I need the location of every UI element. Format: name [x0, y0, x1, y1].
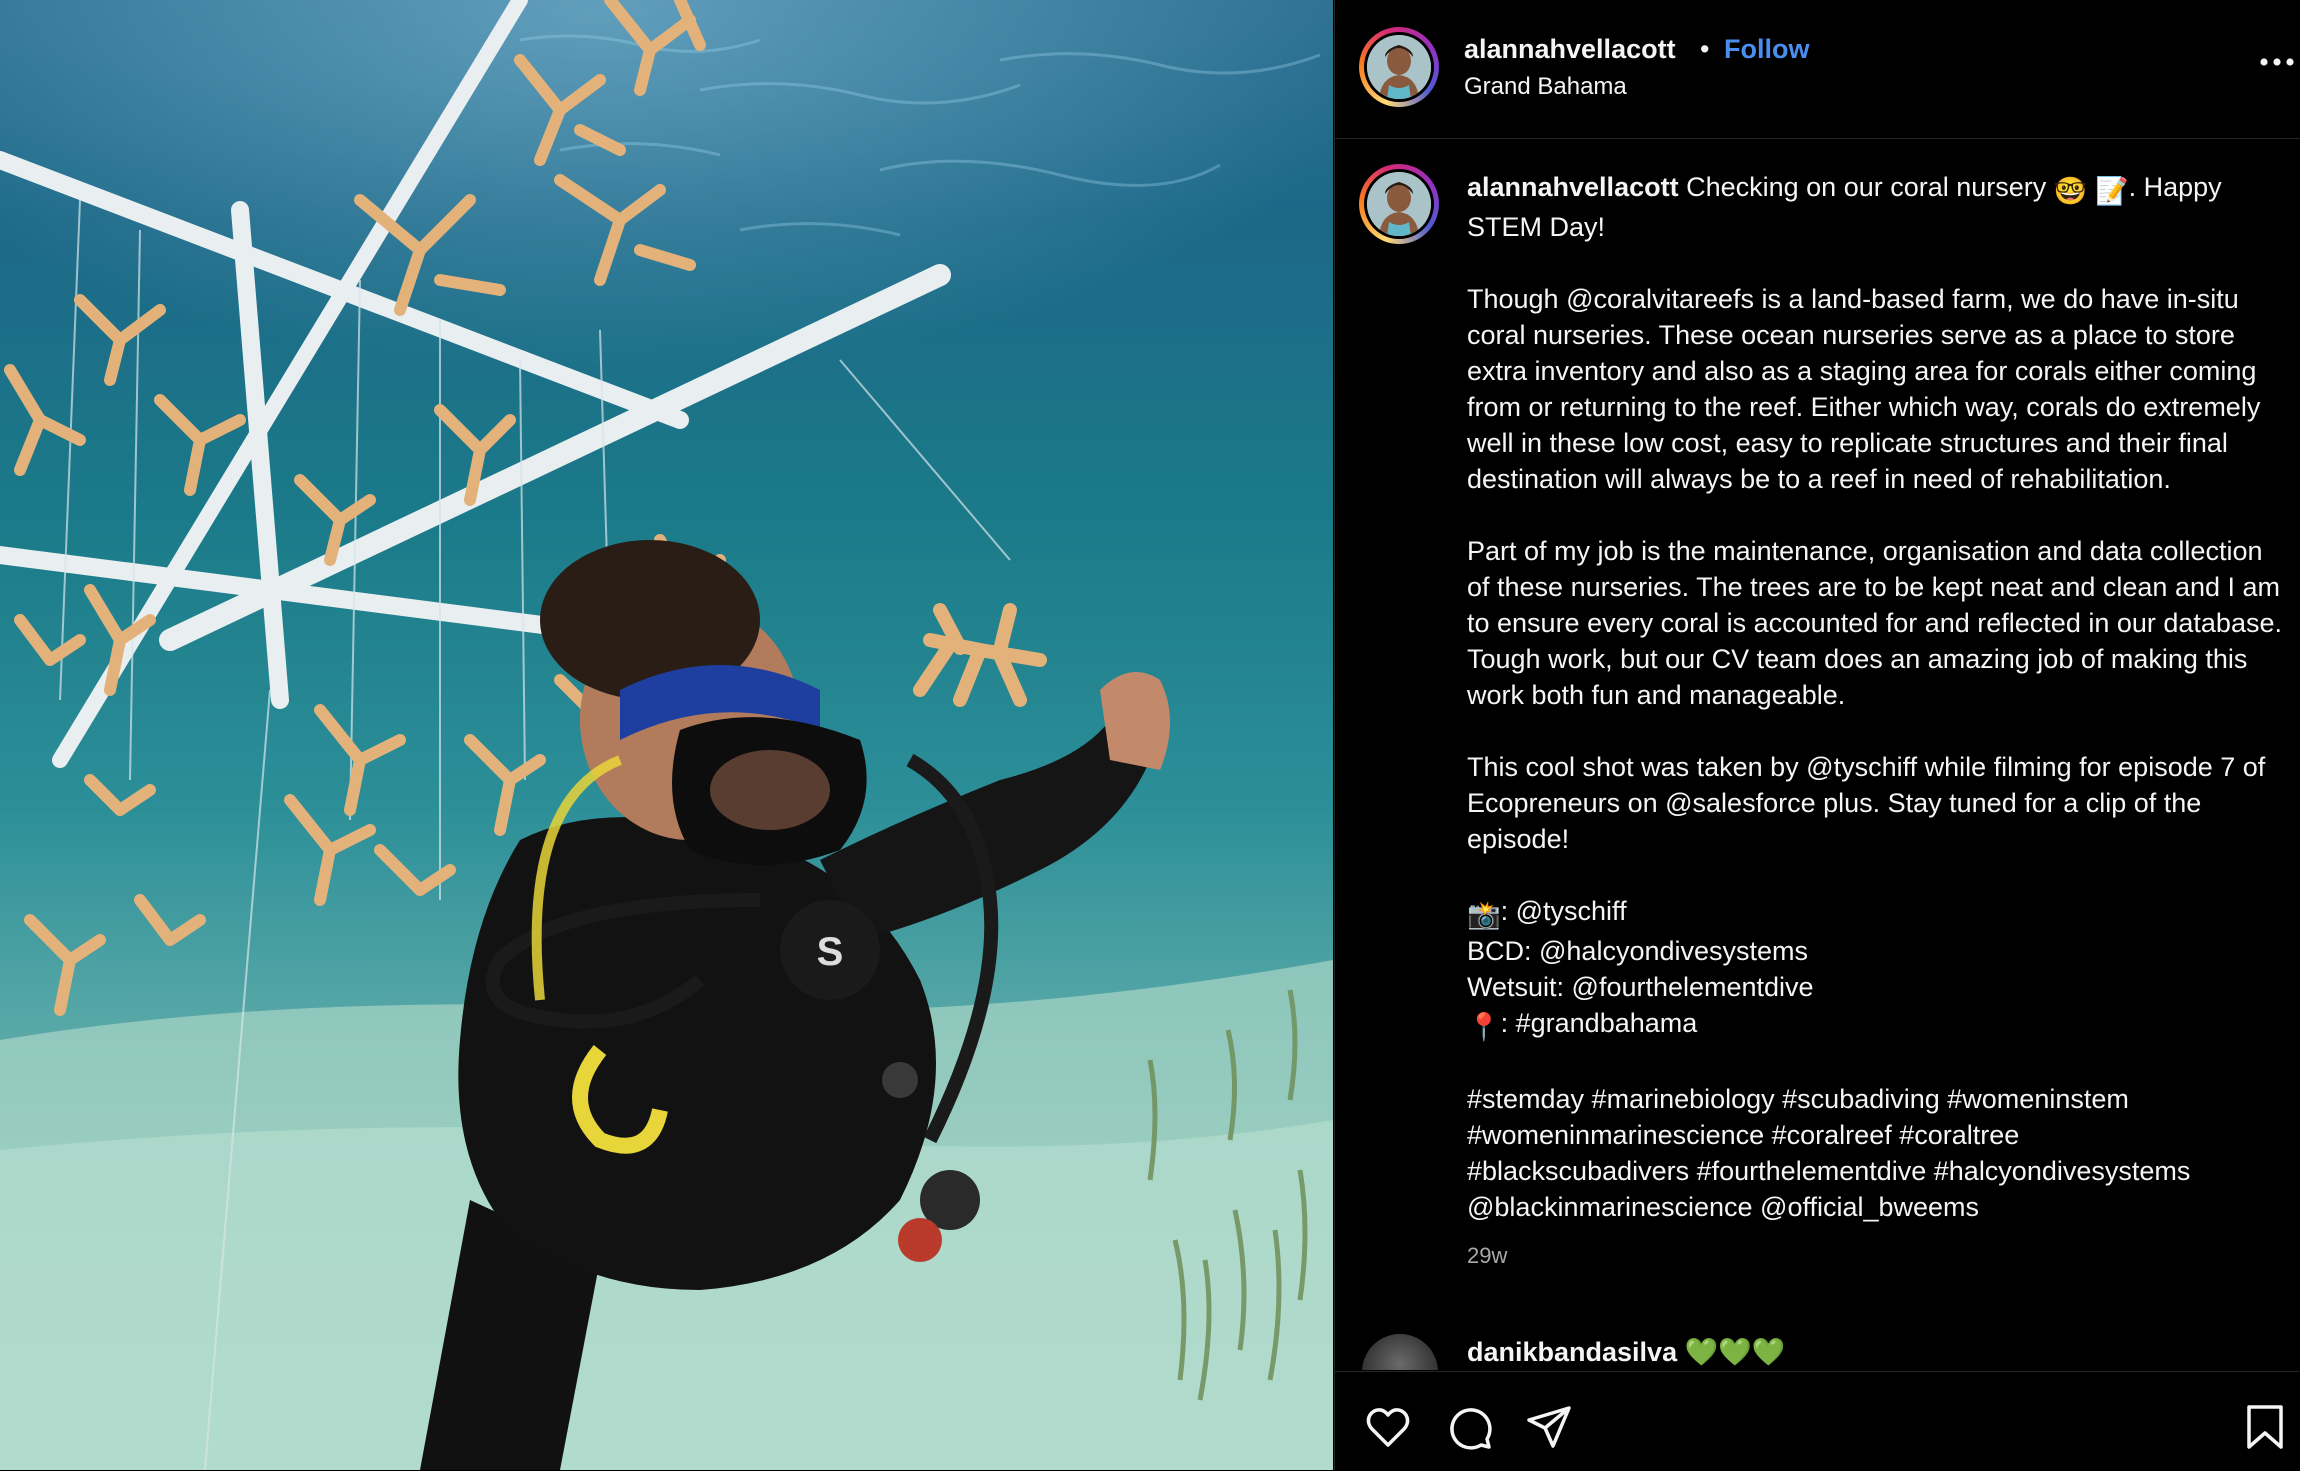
- author-avatar[interactable]: [1359, 27, 1439, 107]
- separator-dot: •: [1700, 34, 1710, 64]
- green-heart-emojis: 💚💚💚: [1684, 1337, 1786, 1367]
- comment-item: danikbandasilva 💚💚💚: [1335, 1334, 2300, 1370]
- credit-wetsuit: Wetsuit: @fourthelementdive: [1467, 972, 1814, 1002]
- credit-location: : #grandbahama: [1500, 1008, 1698, 1038]
- caption-author-avatar[interactable]: [1359, 164, 1439, 244]
- camera-emoji: 📸: [1467, 900, 1501, 930]
- hashtags-line-3: #blackscubadivers #fourthelementdive #ha…: [1467, 1156, 2191, 1186]
- author-username[interactable]: alannahvellacott: [1464, 34, 1676, 65]
- caption-intro: Checking on our coral nursery: [1686, 172, 2047, 202]
- pin-emoji: 📍: [1467, 1012, 1501, 1042]
- caption-paragraph-1: Though @coralvitareefs is a land-based f…: [1467, 284, 2261, 494]
- post-timestamp[interactable]: 29w: [1467, 1238, 2287, 1274]
- hashtags-line-2: #womeninmarinescience #coralreef #coralt…: [1467, 1120, 2020, 1150]
- post-side-panel: alannahvellacott • Follow Grand Bahama a…: [1334, 0, 2300, 1471]
- commenter-username[interactable]: danikbandasilva 💚💚💚: [1467, 1336, 1785, 1368]
- comment-icon[interactable]: [1445, 1403, 1493, 1451]
- caption-paragraph-2: Part of my job is the maintenance, organ…: [1467, 536, 2282, 710]
- credit-bcd: BCD: @halcyondivesystems: [1467, 936, 1809, 966]
- caption-scroll-area[interactable]: alannahvellacott Checking on our coral n…: [1335, 139, 2300, 1370]
- svg-text:S: S: [817, 930, 844, 974]
- coral-diver-image: S: [0, 0, 1333, 1470]
- action-bar: [1335, 1371, 2300, 1471]
- hashtags-line-1: #stemday #marinebiology #scubadiving #wo…: [1467, 1084, 2129, 1114]
- caption-text: alannahvellacott Checking on our coral n…: [1467, 169, 2287, 1274]
- post-header: alannahvellacott • Follow Grand Bahama: [1335, 0, 2300, 139]
- memo-emoji: 📝: [2094, 176, 2129, 206]
- caption-paragraph-3: This cool shot was taken by @tyschiff wh…: [1467, 752, 2266, 854]
- hashtags-line-4: @blackinmarinescience @official_bweems: [1467, 1192, 1980, 1222]
- nerd-face-emoji: 🤓: [2053, 176, 2088, 206]
- more-options-icon[interactable]: [2259, 56, 2295, 68]
- share-icon[interactable]: [1525, 1403, 1573, 1451]
- credit-photographer: : @tyschiff: [1500, 896, 1627, 926]
- heart-icon[interactable]: [1364, 1403, 1412, 1451]
- bookmark-icon[interactable]: [2241, 1403, 2289, 1451]
- caption-username[interactable]: alannahvellacott: [1467, 172, 1679, 202]
- follow-button[interactable]: Follow: [1724, 34, 1809, 65]
- post-location[interactable]: Grand Bahama: [1464, 73, 1627, 101]
- post-photo[interactable]: S: [0, 0, 1333, 1470]
- commenter-avatar[interactable]: [1362, 1334, 1438, 1370]
